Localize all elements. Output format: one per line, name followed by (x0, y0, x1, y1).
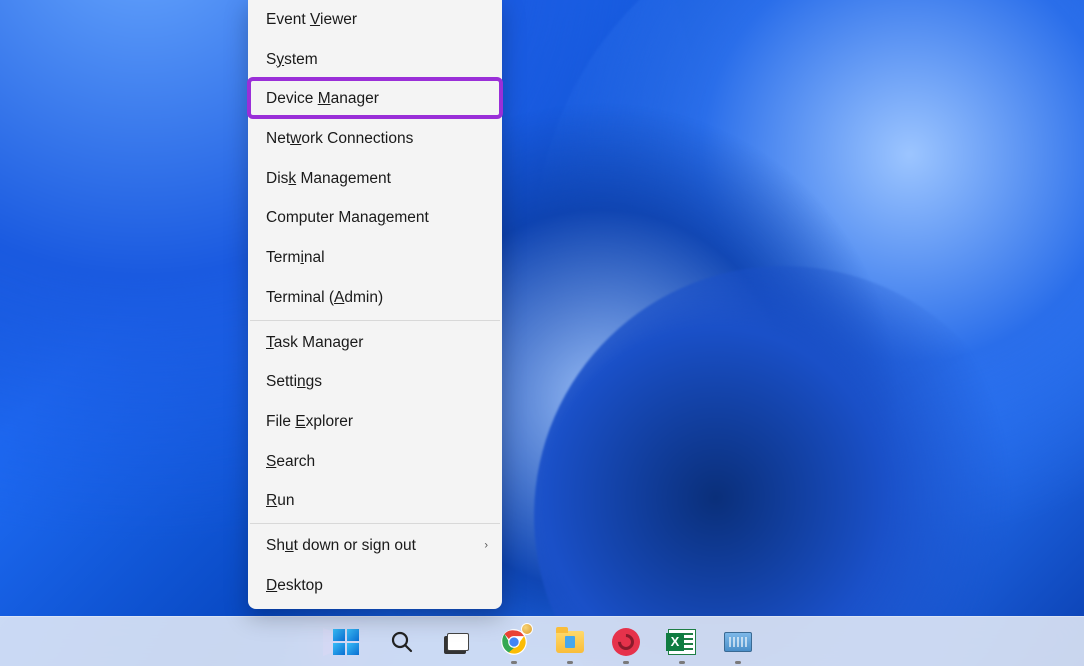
task-view-button[interactable] (441, 625, 475, 659)
winx-context-menu: Event ViewerSystemDevice ManagerNetwork … (248, 0, 502, 609)
menu-item-file-explorer[interactable]: File Explorer (248, 402, 502, 442)
chevron-right-icon: › (484, 538, 488, 553)
windows-start-icon (333, 629, 359, 655)
menu-item-task-manager[interactable]: Task Manager (248, 323, 502, 363)
search-icon (390, 630, 414, 654)
menu-item-search[interactable]: Search (248, 442, 502, 482)
menu-item-event-viewer[interactable]: Event Viewer (248, 0, 502, 40)
menu-item-shut-down-or-sign-out[interactable]: Shut down or sign out› (248, 526, 502, 566)
menu-separator (250, 320, 500, 321)
taskbar: X (0, 616, 1084, 666)
running-indicator (679, 661, 685, 664)
excel-icon: X (668, 629, 696, 655)
chrome-app[interactable] (497, 625, 531, 659)
menu-item-terminal[interactable]: Terminal (248, 238, 502, 278)
menu-item-desktop[interactable]: Desktop (248, 566, 502, 606)
search-button[interactable] (385, 625, 419, 659)
run-app[interactable] (721, 625, 755, 659)
menu-item-computer-management[interactable]: Computer Management (248, 198, 502, 238)
menu-item-device-manager[interactable]: Device Manager (248, 79, 502, 119)
menu-item-terminal-admin[interactable]: Terminal (Admin) (248, 278, 502, 318)
running-indicator (623, 661, 629, 664)
app-icon (612, 628, 640, 656)
file-explorer-app[interactable] (553, 625, 587, 659)
menu-separator (250, 523, 500, 524)
pinned-app-red[interactable] (609, 625, 643, 659)
start-button[interactable] (329, 625, 363, 659)
menu-item-network-connections[interactable]: Network Connections (248, 119, 502, 159)
running-indicator (511, 661, 517, 664)
desktop-wallpaper: Event ViewerSystemDevice ManagerNetwork … (0, 0, 1084, 666)
menu-item-system[interactable]: System (248, 40, 502, 80)
folder-icon (556, 631, 584, 653)
running-indicator (567, 661, 573, 664)
notification-badge (521, 623, 533, 635)
menu-item-settings[interactable]: Settings (248, 362, 502, 402)
menu-item-run[interactable]: Run (248, 481, 502, 521)
task-view-icon (447, 633, 469, 651)
menu-item-disk-management[interactable]: Disk Management (248, 159, 502, 199)
running-indicator (735, 661, 741, 664)
run-dialog-icon (724, 632, 752, 652)
excel-app[interactable]: X (665, 625, 699, 659)
